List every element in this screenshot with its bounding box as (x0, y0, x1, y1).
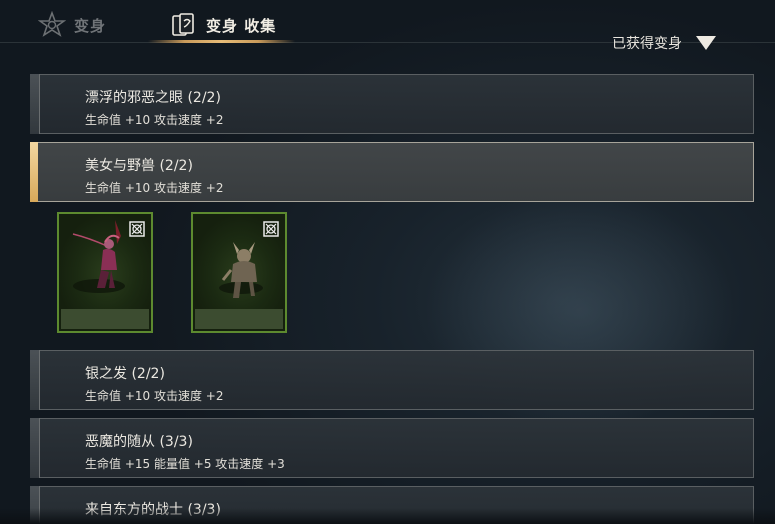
list-bottom-fade (0, 508, 775, 524)
entry-name: 银之发 (2/2) (85, 366, 165, 382)
collection-entry-floating-eye[interactable]: 漂浮的邪恶之眼 (2/2) 生命值 +10 攻击速度 +2 (30, 74, 754, 134)
transform-collection-screen: 变身 变身 收集 已获得变身 漂浮的邪恶之眼 (2/2) 生命值 +10 攻击速… (0, 0, 775, 524)
beauty-card[interactable] (57, 212, 153, 333)
collection-cards-icon (170, 11, 198, 39)
filter-label: 已获得变身 (612, 36, 682, 52)
transform-star-icon (38, 11, 66, 39)
lock-icon (129, 221, 145, 237)
entry-stats: 生命值 +10 攻击速度 +2 (85, 181, 224, 195)
entry-tab-stub (30, 418, 40, 478)
tab-transform-label: 变身 (74, 16, 107, 35)
active-tab-indicator (148, 40, 295, 43)
entry-name: 漂浮的邪恶之眼 (2/2) (85, 90, 221, 106)
collection-entry-silver-hair[interactable]: 银之发 (2/2) 生命值 +10 攻击速度 +2 (30, 350, 754, 410)
beast-card[interactable] (191, 212, 287, 333)
acquired-filter-dropdown[interactable]: 已获得变身 (612, 32, 716, 54)
collection-entry-beauty-beast[interactable]: 美女与野兽 (2/2) 生命值 +10 攻击速度 +2 (30, 142, 754, 202)
tab-transform[interactable]: 变身 (38, 8, 106, 42)
entry-stats: 生命值 +15 能量值 +5 攻击速度 +3 (85, 457, 285, 471)
entry-name: 美女与野兽 (2/2) (85, 158, 193, 174)
selected-indicator (30, 142, 38, 202)
entry-stats: 生命值 +10 攻击速度 +2 (85, 389, 224, 403)
collection-entry-demon-servant[interactable]: 恶魔的随从 (3/3) 生命值 +15 能量值 +5 攻击速度 +3 (30, 418, 754, 478)
card-footer (61, 309, 149, 329)
lock-icon (263, 221, 279, 237)
dropdown-triangle-icon (696, 36, 716, 50)
entry-name: 恶魔的随从 (3/3) (85, 434, 193, 450)
tab-collection[interactable]: 变身 收集 (170, 8, 276, 42)
tab-collection-label: 变身 收集 (206, 16, 277, 35)
entry-stats: 生命值 +10 攻击速度 +2 (85, 113, 224, 127)
entry-tab-stub (30, 350, 40, 410)
card-footer (195, 309, 283, 329)
entry-tab-stub (30, 74, 40, 134)
